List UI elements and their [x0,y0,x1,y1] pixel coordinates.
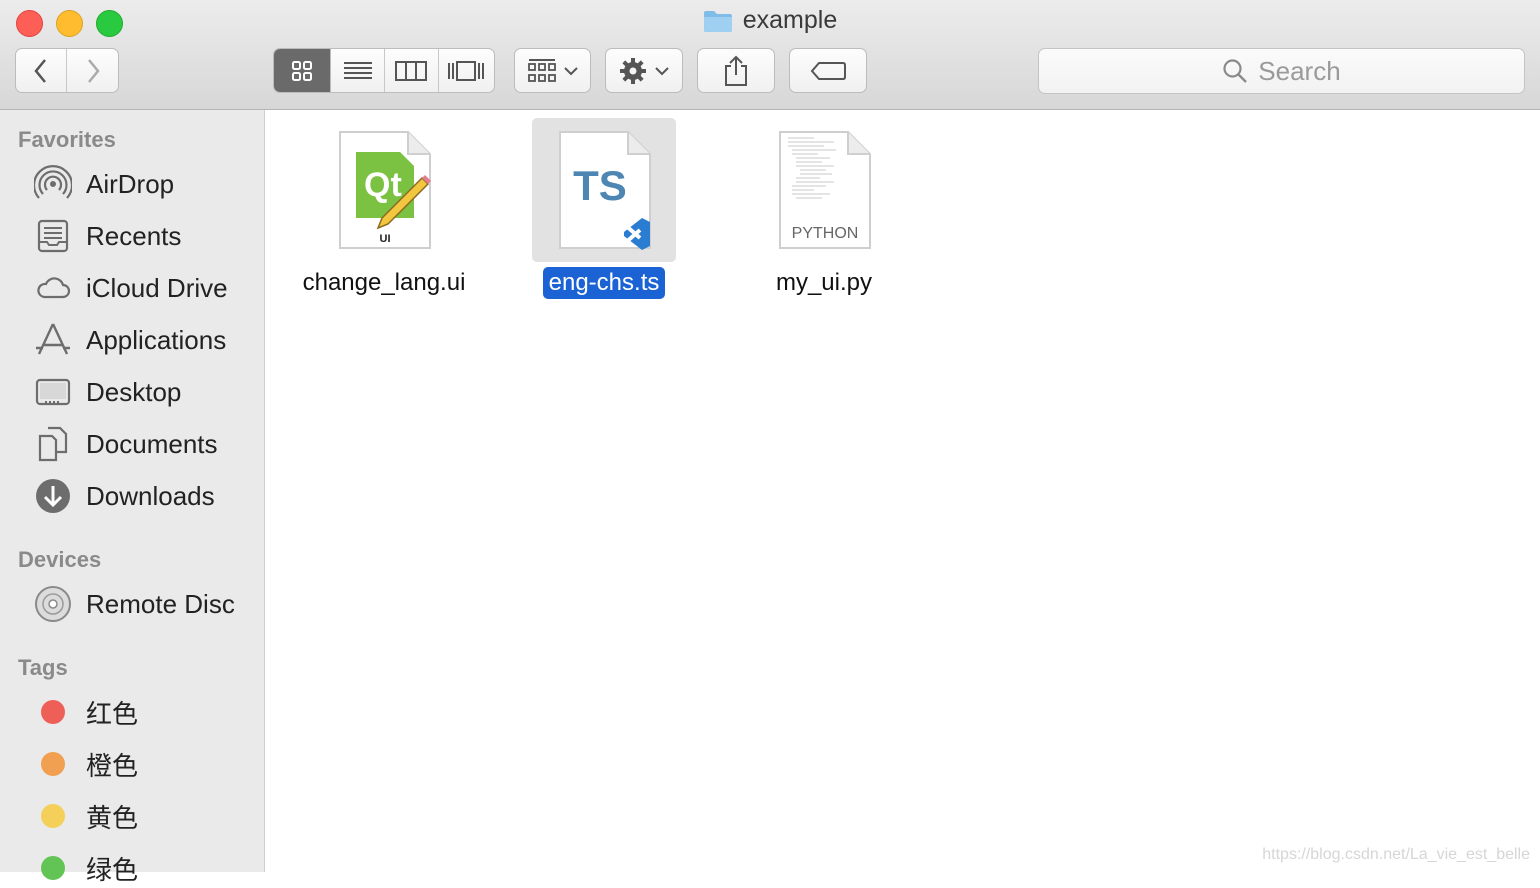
magnifier-icon [1223,59,1248,83]
airdrop-icon [34,165,72,203]
list-view-button[interactable] [331,49,385,92]
applications-icon [34,321,72,359]
sidebar-item-downloads[interactable]: Downloads [34,476,215,516]
sidebar-item-desktop[interactable]: Desktop [34,372,181,412]
sidebar-item-label: Remote Disc [86,588,235,619]
sidebar-tag-yellow[interactable]: 黄色 [34,796,138,836]
file-badge-text: TS [573,162,627,209]
sidebar-item-label: 红色 [86,698,139,729]
sidebar: Favorites AirDrop Recents iCloud Drive A… [0,110,265,885]
action-button[interactable] [605,48,683,93]
search-placeholder: Search [1258,55,1341,86]
file-sub-text: UI [380,233,391,245]
sidebar-item-label: iCloud Drive [86,272,228,303]
file-item[interactable]: PYTHON my_ui.py [704,118,944,299]
tag-button[interactable] [789,48,867,93]
file-name: change_lang.ui [302,269,466,296]
file-item-selected[interactable]: TS eng-chs.ts [484,118,724,299]
tag-color-dot [41,804,65,828]
sidebar-tag-orange[interactable]: 橙色 [34,744,138,784]
sidebar-item-label: Recents [86,220,182,251]
tag-color-dot [41,700,65,724]
sidebar-item-label: 绿色 [86,854,139,885]
sidebar-item-label: Applications [86,324,227,355]
sidebar-item-label: Documents [86,428,218,459]
downloads-icon [34,477,72,515]
file-name: eng-chs.ts [542,267,666,299]
recents-icon [34,217,72,255]
disc-icon [34,585,72,623]
share-icon [725,55,747,86]
chevron-down-icon [655,66,669,75]
sidebar-section-favorites: Favorites [18,127,116,152]
share-button[interactable] [697,48,775,93]
sidebar-item-documents[interactable]: Documents [34,424,218,464]
watermark: https://blog.csdn.net/La_vie_est_belle [1262,846,1530,863]
file-item[interactable]: Qt UI change_lang.ui [264,118,504,299]
desktop-icon [34,373,72,411]
cover-flow-icon [448,60,485,81]
tag-color-dot [41,752,65,776]
sidebar-item-label: 黄色 [86,802,139,833]
python-file-icon: PYTHON [752,118,896,262]
documents-icon [34,425,72,463]
chevron-left-icon [34,58,46,83]
back-button[interactable] [16,49,68,92]
gear-icon [620,57,646,84]
icon-view-icon [292,60,313,81]
sidebar-item-label: AirDrop [86,168,175,199]
typescript-file-icon: TS [532,118,676,262]
cloud-icon [34,269,72,307]
sidebar-tag-green[interactable]: 绿色 [34,848,138,888]
search-field[interactable]: Search [1038,48,1525,94]
sidebar-item-airdrop[interactable]: AirDrop [34,164,174,204]
column-view-button[interactable] [385,49,439,92]
folder-icon [703,10,732,32]
cover-flow-button[interactable] [439,49,494,92]
window-title: example [0,6,1540,35]
sidebar-section-devices: Devices [18,547,102,572]
tag-icon [810,61,846,80]
window-toolbar: example Search [0,0,1540,110]
column-view-icon [395,60,428,81]
sidebar-tag-red[interactable]: 红色 [34,692,138,732]
sidebar-item-applications[interactable]: Applications [34,320,226,360]
file-badge-text: PYTHON [792,225,859,242]
sidebar-item-label: Downloads [86,480,215,511]
tag-color-dot [41,856,65,880]
sidebar-item-label: 橙色 [86,750,139,781]
window-title-text: example [742,6,838,34]
sidebar-item-icloud-drive[interactable]: iCloud Drive [34,268,228,308]
group-by-button[interactable] [514,48,591,93]
view-switcher [273,48,495,93]
chevron-right-icon [87,58,100,83]
sidebar-item-remote-disc[interactable]: Remote Disc [34,584,235,624]
chevron-down-icon [563,66,578,75]
sidebar-item-recents[interactable]: Recents [34,216,181,256]
file-name: my_ui.py [775,269,873,296]
qt-designer-file-icon: Qt UI [312,118,456,262]
sidebar-item-label: Desktop [86,376,182,407]
nav-buttons [15,48,119,93]
group-by-icon [527,58,556,82]
forward-button[interactable] [67,49,118,92]
list-view-icon [343,61,372,79]
icon-view-button[interactable] [274,49,332,92]
file-badge-text: Qt [364,166,402,204]
sidebar-section-tags: Tags [18,655,68,680]
